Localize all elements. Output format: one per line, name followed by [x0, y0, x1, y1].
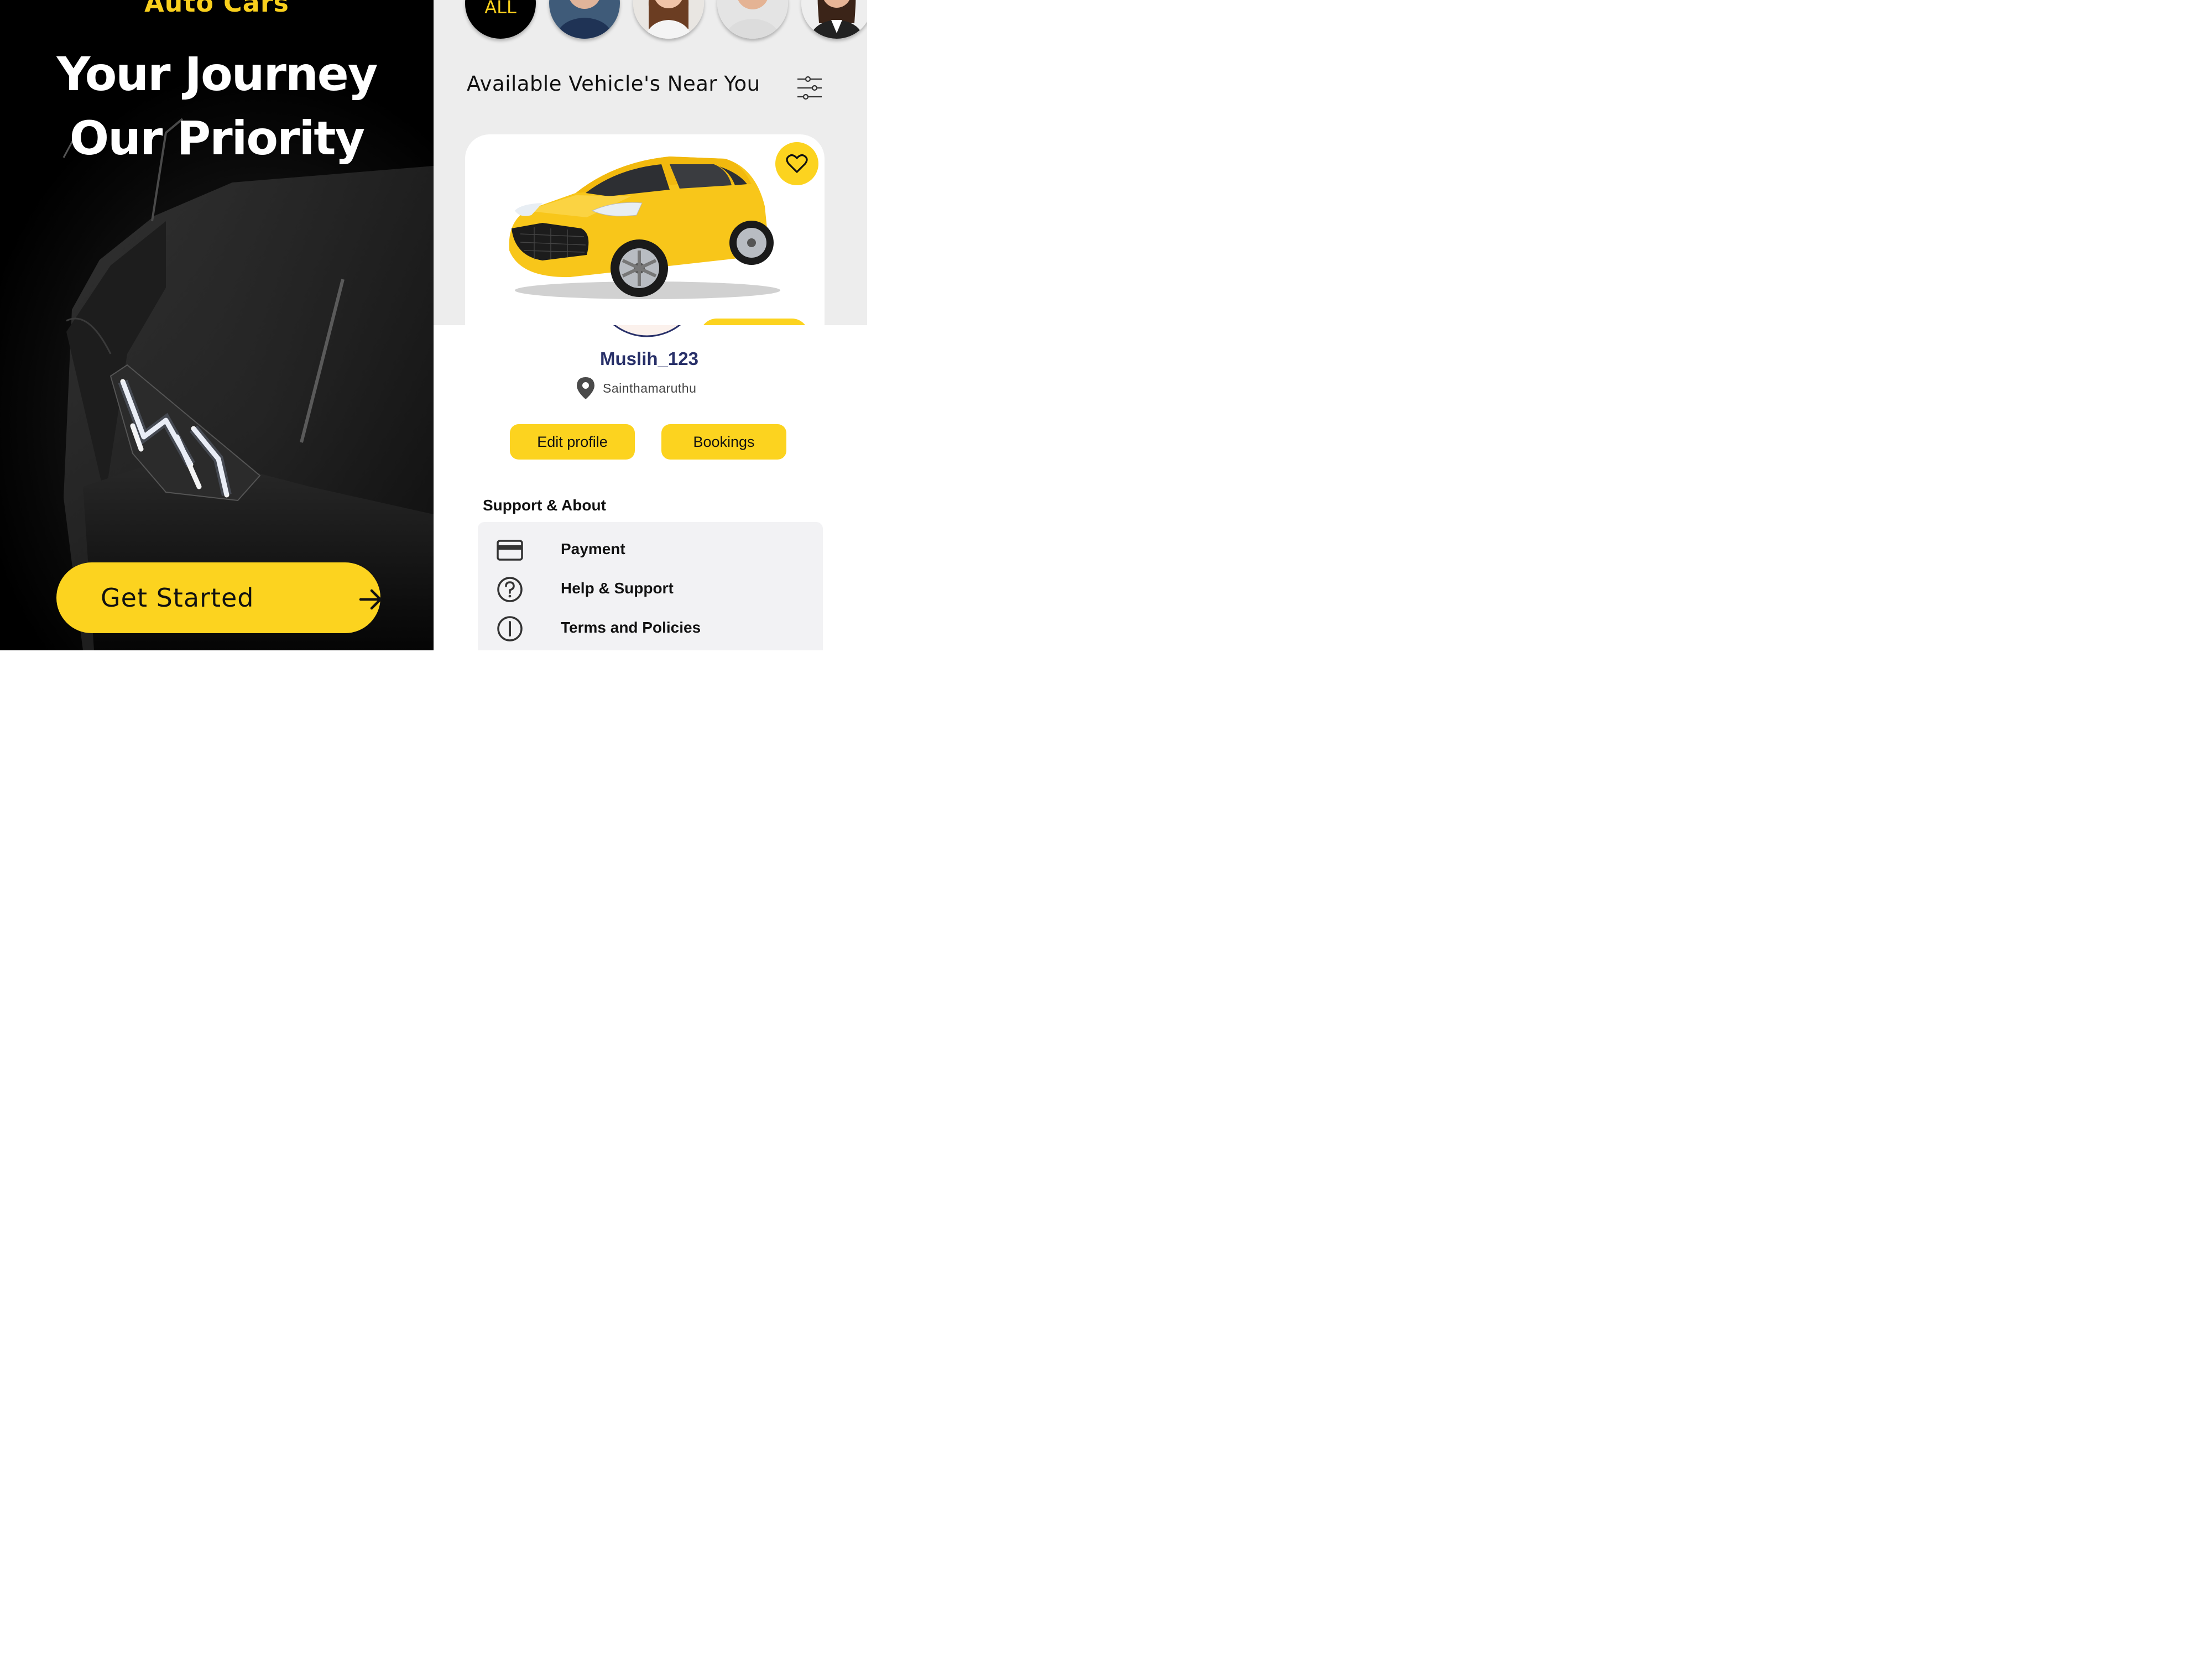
favorite-button[interactable] — [775, 142, 818, 185]
menu-item-label: Payment — [561, 540, 625, 557]
headline-line-1: Your Journey — [56, 47, 378, 101]
book-now-button[interactable] — [700, 319, 808, 325]
profile-avatar — [613, 325, 681, 337]
vehicle-card[interactable] — [465, 134, 825, 325]
get-started-button[interactable]: Get Started — [56, 562, 382, 633]
category-chip-label: ALL — [484, 0, 517, 18]
driver-avatar-3[interactable] — [717, 0, 788, 39]
menu-item-help-support[interactable]: Help & Support — [478, 572, 823, 605]
profile-location: Sainthamaruthu — [575, 376, 696, 400]
support-menu: Payment Help & Support Terms and Policie… — [478, 522, 823, 650]
app-brand-title: Auto Cars — [144, 0, 289, 18]
profile-screen: Muslih_123 Sainthamaruthu Edit profile B… — [434, 325, 867, 650]
avatar-image — [549, 0, 620, 39]
avatar-image — [717, 0, 788, 39]
credit-card-icon — [497, 540, 523, 561]
location-text: Sainthamaruthu — [603, 380, 697, 395]
headline-line-2: Our Priority — [69, 111, 366, 165]
edit-profile-button[interactable]: Edit profile — [510, 424, 635, 460]
driver-avatar-4[interactable] — [801, 0, 867, 39]
vehicles-screen: ALL Available Vehicle's Near You — [434, 0, 867, 325]
menu-item-label: Terms and Policies — [561, 619, 701, 636]
section-title: Available Vehicle's Near You — [467, 72, 760, 96]
avatar-image — [633, 0, 704, 39]
driver-avatar-2[interactable] — [633, 0, 704, 39]
sliders-icon[interactable] — [796, 74, 823, 102]
menu-item-label: Help & Support — [561, 580, 674, 597]
support-heading: Support & About — [483, 497, 606, 514]
menu-item-payment[interactable]: Payment — [478, 533, 823, 566]
map-pin-icon — [577, 377, 594, 399]
help-circle-icon — [497, 577, 523, 602]
profile-username: Muslih_123 — [600, 348, 698, 369]
vehicle-image — [509, 156, 780, 299]
get-started-label: Get Started — [101, 583, 254, 613]
menu-item-terms-policies[interactable]: Terms and Policies — [478, 611, 823, 644]
driver-avatar-1[interactable] — [549, 0, 620, 39]
arrow-right-icon — [359, 589, 382, 610]
category-chip-all[interactable]: ALL — [465, 0, 536, 39]
avatar-image — [801, 0, 867, 39]
info-circle-icon — [497, 616, 523, 641]
heart-icon — [786, 154, 808, 173]
bookings-button[interactable]: Bookings — [661, 424, 786, 460]
splash-screen: Auto Cars Your Journey Our Priority Get … — [0, 0, 434, 650]
